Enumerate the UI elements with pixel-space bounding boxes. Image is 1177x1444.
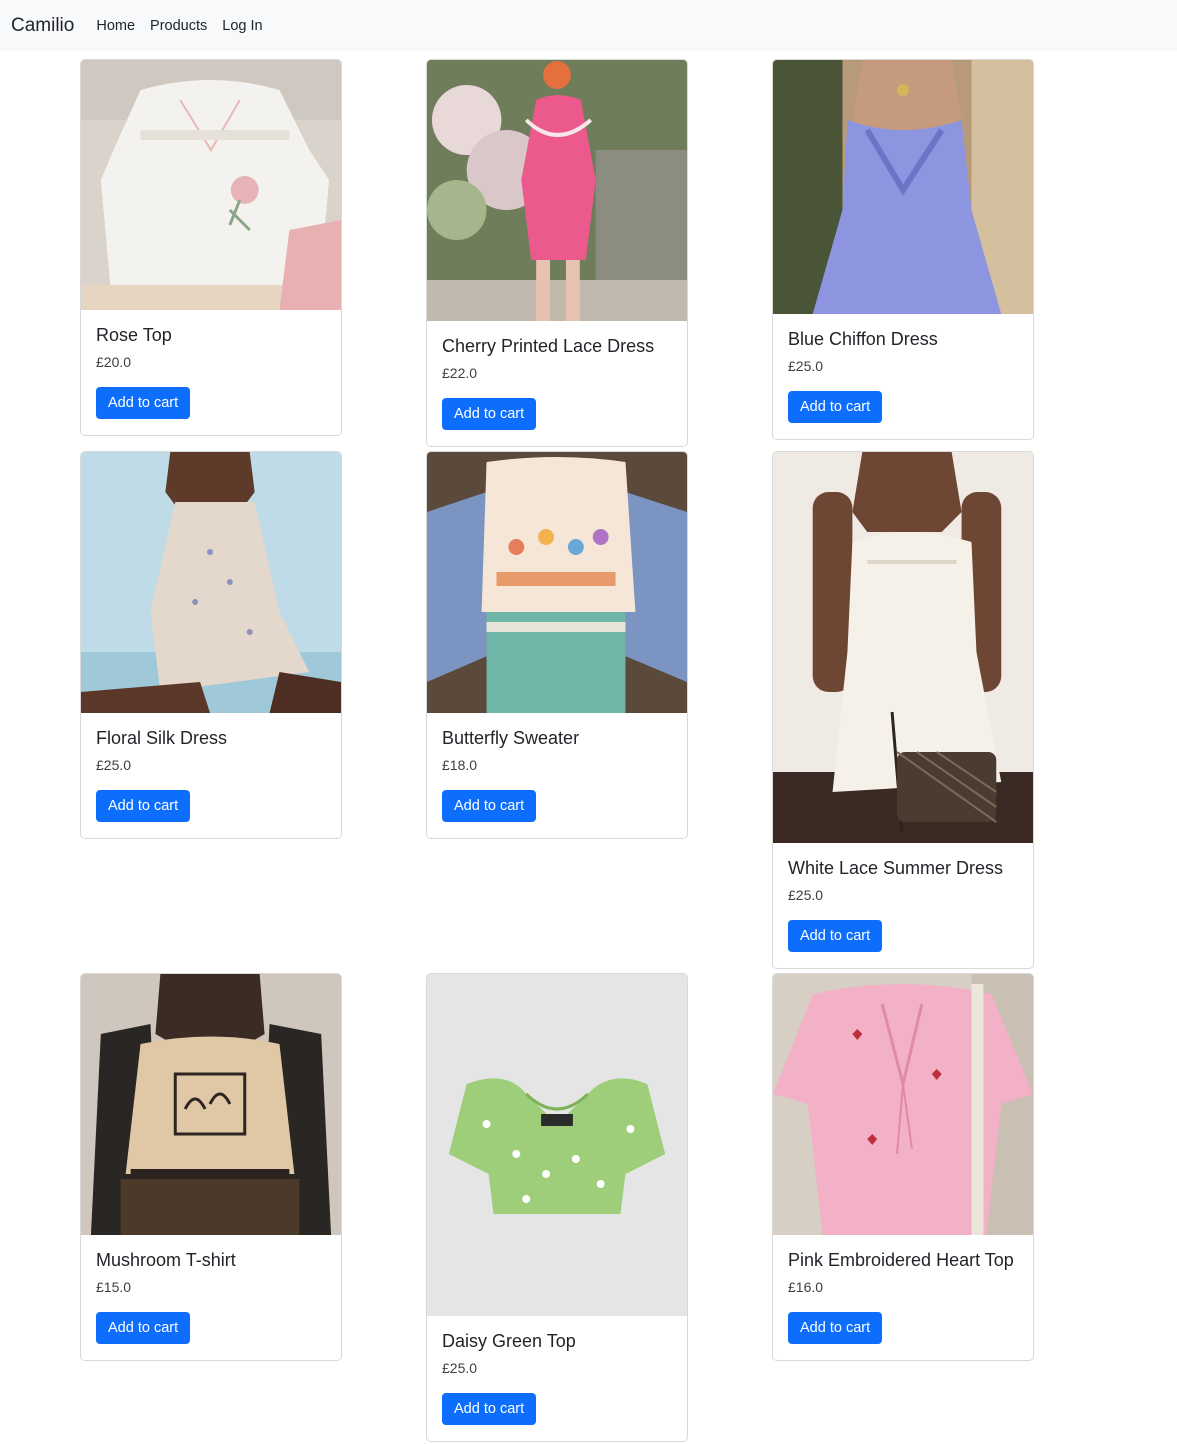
product-title: Butterfly Sweater (442, 728, 580, 748)
product-image (427, 452, 687, 713)
card-body: Floral Silk Dress £25.0 Add to cart (81, 713, 341, 838)
product-price: £15.0 (96, 1279, 132, 1295)
product-image (773, 452, 1033, 843)
top-navbar: Camilio Home Products Log In (0, 0, 1177, 51)
product-price: £25.0 (788, 887, 824, 903)
product-title: Blue Chiffon Dress (788, 329, 938, 349)
product-image (773, 60, 1033, 314)
product-image (427, 974, 687, 1316)
product-card: Cherry Printed Lace Dress £22.0 Add to c… (426, 59, 688, 447)
product-price: £25.0 (442, 1360, 478, 1376)
product-title: Daisy Green Top (442, 1331, 576, 1351)
product-title: Rose Top (96, 325, 172, 345)
product-image (427, 60, 687, 321)
product-price: £22.0 (442, 365, 478, 381)
add-to-cart-button[interactable]: Add to cart (442, 1393, 537, 1425)
nav-link-login[interactable]: Log In (222, 18, 262, 34)
product-image (81, 452, 341, 713)
add-to-cart-button[interactable]: Add to cart (788, 1312, 883, 1344)
product-card: Daisy Green Top £25.0 Add to cart (426, 973, 688, 1442)
product-card: Blue Chiffon Dress £25.0 Add to cart (772, 59, 1034, 440)
card-body: Butterfly Sweater £18.0 Add to cart (427, 713, 687, 838)
nav-link-home[interactable]: Home (96, 18, 135, 34)
product-card: Rose Top £20.0 Add to cart (80, 59, 342, 436)
add-to-cart-button[interactable]: Add to cart (442, 790, 537, 822)
product-card: Floral Silk Dress £25.0 Add to cart (80, 451, 342, 839)
product-title: Cherry Printed Lace Dress (442, 336, 655, 356)
add-to-cart-button[interactable]: Add to cart (96, 1312, 191, 1344)
card-body: Cherry Printed Lace Dress £22.0 Add to c… (427, 321, 687, 446)
add-to-cart-button[interactable]: Add to cart (96, 387, 191, 419)
card-body: Mushroom T-shirt £15.0 Add to cart (81, 1235, 341, 1360)
product-image (81, 60, 341, 310)
product-title: Floral Silk Dress (96, 728, 228, 748)
product-price: £20.0 (96, 354, 132, 370)
card-body: Rose Top £20.0 Add to cart (81, 310, 341, 435)
product-title: White Lace Summer Dress (788, 858, 1004, 878)
product-image (773, 974, 1033, 1235)
card-body: White Lace Summer Dress £25.0 Add to car… (773, 843, 1033, 968)
card-body: Blue Chiffon Dress £25.0 Add to cart (773, 314, 1033, 439)
product-title: Pink Embroidered Heart Top (788, 1250, 1014, 1270)
product-image (81, 974, 341, 1235)
card-body: Daisy Green Top £25.0 Add to cart (427, 1316, 687, 1441)
product-price: £18.0 (442, 757, 478, 773)
product-card: Pink Embroidered Heart Top £16.0 Add to … (772, 973, 1034, 1361)
product-title: Mushroom T-shirt (96, 1250, 236, 1270)
add-to-cart-button[interactable]: Add to cart (442, 398, 537, 430)
add-to-cart-button[interactable]: Add to cart (96, 790, 191, 822)
brand-logo[interactable]: Camilio (11, 15, 74, 37)
product-card: White Lace Summer Dress £25.0 Add to car… (772, 451, 1034, 969)
product-price: £16.0 (788, 1279, 824, 1295)
add-to-cart-button[interactable]: Add to cart (788, 920, 883, 952)
nav-link-products[interactable]: Products (150, 18, 207, 34)
add-to-cart-button[interactable]: Add to cart (788, 391, 883, 423)
product-card: Butterfly Sweater £18.0 Add to cart (426, 451, 688, 839)
product-price: £25.0 (788, 358, 824, 374)
card-body: Pink Embroidered Heart Top £16.0 Add to … (773, 1235, 1033, 1360)
product-price: £25.0 (96, 757, 132, 773)
product-card: Mushroom T-shirt £15.0 Add to cart (80, 973, 342, 1361)
